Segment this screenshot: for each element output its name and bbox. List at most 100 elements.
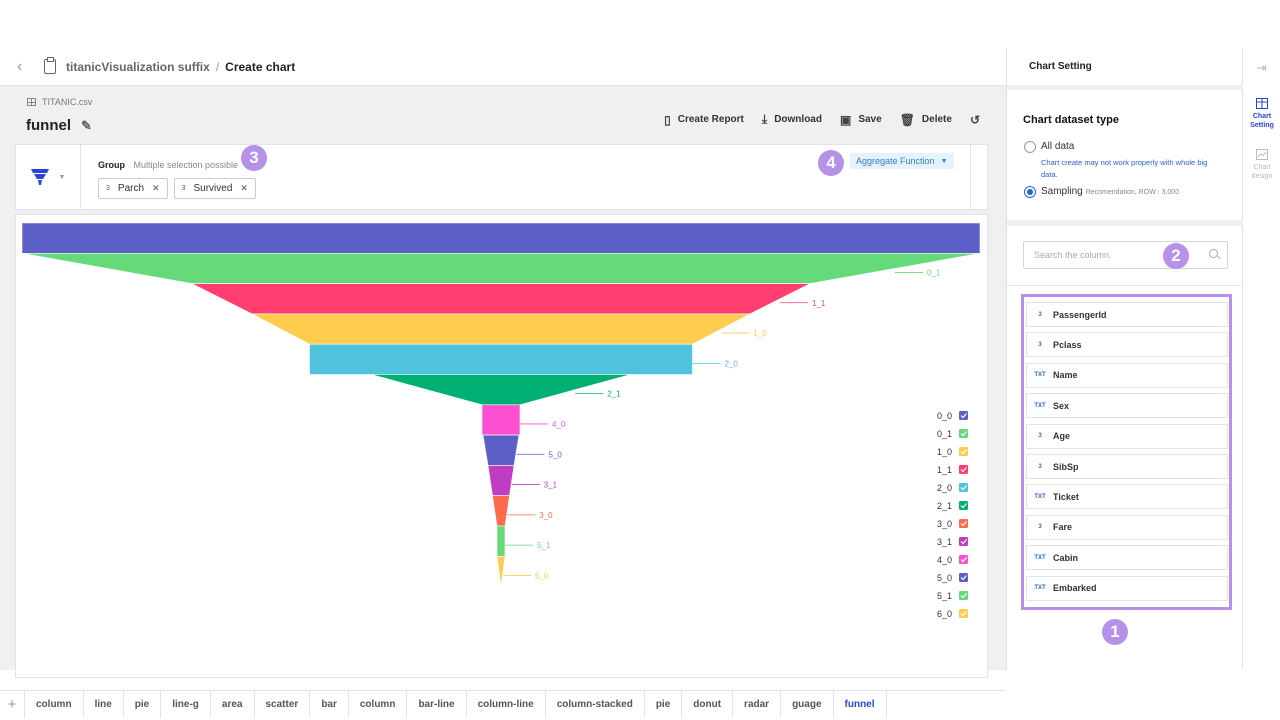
legend-label-2_0: 2_0 [937,483,952,493]
funnel-segment-0_1[interactable] [21,252,981,284]
dataset-file: TITANIC.csv [27,97,92,107]
legend-checkbox-4_0[interactable] [959,555,968,564]
column-name: Cabin [1053,552,1079,563]
data-label-5_1: 5_1 [537,541,551,550]
column-item-embarked[interactable]: TXT Embarked [1026,575,1228,601]
data-label-3_1: 3_1 [544,481,558,490]
legend-checkbox-1_1[interactable] [959,465,968,474]
column-name: Pclass [1053,339,1082,350]
tab-area[interactable]: area [211,691,255,718]
sampling-note: Recomendation, ROW : 3,000 [1085,189,1180,196]
reset-button[interactable]: ↺ [970,113,980,127]
sampling-option[interactable]: Sampling Recomendation, ROW : 3,000 [1041,186,1179,197]
all-data-label[interactable]: All data [1041,141,1074,152]
tab-column-stacked[interactable]: column-stacked [546,691,645,718]
tab-pie[interactable]: pie [645,691,683,718]
funnel-segment-2_1[interactable] [371,374,631,406]
chevron-left-icon[interactable]: ‹ [17,58,31,76]
text-type-icon: TXT [1034,372,1046,379]
download-label: Download [774,114,822,125]
close-icon[interactable]: ✕ [240,183,248,194]
create-report-button[interactable]: ▯ Create Report [664,113,744,127]
tab-bar-line[interactable]: bar-line [407,691,467,718]
legend-checkbox-2_1[interactable] [959,501,968,510]
side-tab-chart-setting[interactable]: Chart Setting [1244,98,1280,130]
column-item-age[interactable]: 3 Age [1026,423,1228,449]
tab-funnel[interactable]: funnel [834,691,887,718]
save-button[interactable]: ▣ Save [840,113,882,127]
funnel-segment-5_1[interactable] [496,525,506,557]
chart-type-selector[interactable]: ▼ [16,145,81,209]
add-chart-button[interactable]: + [0,691,25,718]
funnel-segment-3_0[interactable] [492,495,510,527]
funnel-segment-1_1[interactable] [191,283,811,315]
tab-scatter[interactable]: scatter [255,691,311,718]
legend-checkbox-0_1[interactable] [959,429,968,438]
aggregate-function-dropdown[interactable]: Aggregate Function ▼ [850,153,954,169]
legend-checkbox-3_1[interactable] [959,537,968,546]
funnel-segment-2_0[interactable] [309,343,693,375]
column-item-ticket[interactable]: TXT Ticket [1026,484,1228,510]
numeric-type-icon: 3 [1038,311,1042,318]
column-name: Name [1053,370,1078,381]
tab-column[interactable]: column [25,691,84,718]
legend-checkbox-0_0[interactable] [959,411,968,420]
side-tab-bar: ⇥ Chart Setting Chart design [1244,48,1280,670]
radio-sampling[interactable] [1024,186,1036,198]
column-name: Age [1053,431,1071,442]
funnel-segment-1_0[interactable] [251,313,751,345]
tab-radar[interactable]: radar [733,691,782,718]
column-item-sex[interactable]: TXT Sex [1026,393,1228,419]
legend-checkbox-5_1[interactable] [959,591,968,600]
column-name: SibSp [1053,461,1079,472]
tab-column-line[interactable]: column-line [467,691,546,718]
column-item-cabin[interactable]: TXT Cabin [1026,545,1228,571]
legend-checkbox-3_0[interactable] [959,519,968,528]
funnel-segment-3_1[interactable] [487,465,515,497]
data-label-5_0: 5_0 [549,450,563,459]
column-item-name[interactable]: TXT Name [1026,362,1228,388]
funnel-segment-6_0[interactable] [496,555,506,587]
group-chip-survived[interactable]: 3 Survived ✕ [173,178,256,199]
column-item-pclass[interactable]: 3 Pclass [1026,332,1228,358]
group-chip-parch[interactable]: 3 Parch ✕ [98,178,168,199]
download-button[interactable]: ⤓ Download [762,112,822,127]
side-tab-chart-design[interactable]: Chart design [1244,149,1280,181]
chip-label: Parch [117,183,145,194]
radio-all-data[interactable] [1024,141,1036,153]
funnel-segment-0_0[interactable] [21,222,981,254]
tab-donut[interactable]: donut [682,691,734,718]
column-name: Sex [1053,400,1070,411]
funnel-segment-4_0[interactable] [481,404,521,436]
delete-button[interactable]: 🗑 Delete [900,113,952,127]
edit-icon[interactable]: ✎ [81,118,92,134]
data-label-2_0: 2_0 [725,359,739,368]
funnel-segment-5_0[interactable] [482,434,520,466]
tab-pie[interactable]: pie [124,691,162,718]
legend-checkbox-6_0[interactable] [959,609,968,618]
column-item-passengerid[interactable]: 3 PassengerId [1026,302,1228,327]
breadcrumb-project[interactable]: titanicVisualization suffix [66,60,210,74]
data-label-1_0: 1_0 [753,329,767,338]
collapse-panel-icon[interactable]: ⇥ [1256,60,1267,76]
column-search-input[interactable]: Search the column. [1023,241,1228,269]
divider [970,145,971,209]
legend-checkbox-1_0[interactable] [959,447,968,456]
close-icon[interactable]: ✕ [152,183,160,194]
tab-line[interactable]: line [84,691,124,718]
column-list: 3 PassengerId 3 Pclass TXT Name TXT Sex 3 Age 3 Sib… [1021,294,1232,610]
caret-down-icon: ▼ [940,157,948,165]
column-name: Ticket [1053,491,1079,502]
tab-line-g[interactable]: line-g [161,691,211,718]
tab-bar[interactable]: bar [310,691,349,718]
dataset-file-name: TITANIC.csv [42,97,93,107]
tab-column[interactable]: column [349,691,408,718]
legend-checkbox-2_0[interactable] [959,483,968,492]
download-icon: ⤓ [761,112,768,126]
legend-checkbox-5_0[interactable] [959,573,968,582]
column-item-fare[interactable]: 3 Fare [1026,514,1228,540]
funnel-icon [30,169,49,185]
tab-guage[interactable]: guage [781,691,834,718]
column-item-sibsp[interactable]: 3 SibSp [1026,454,1228,479]
chart-canvas: 0_1 1_1 1_0 2_0 2_1 4_0 5_0 3_1 3_0 5_1 6_0 0_0 0_1 1… [15,214,988,678]
